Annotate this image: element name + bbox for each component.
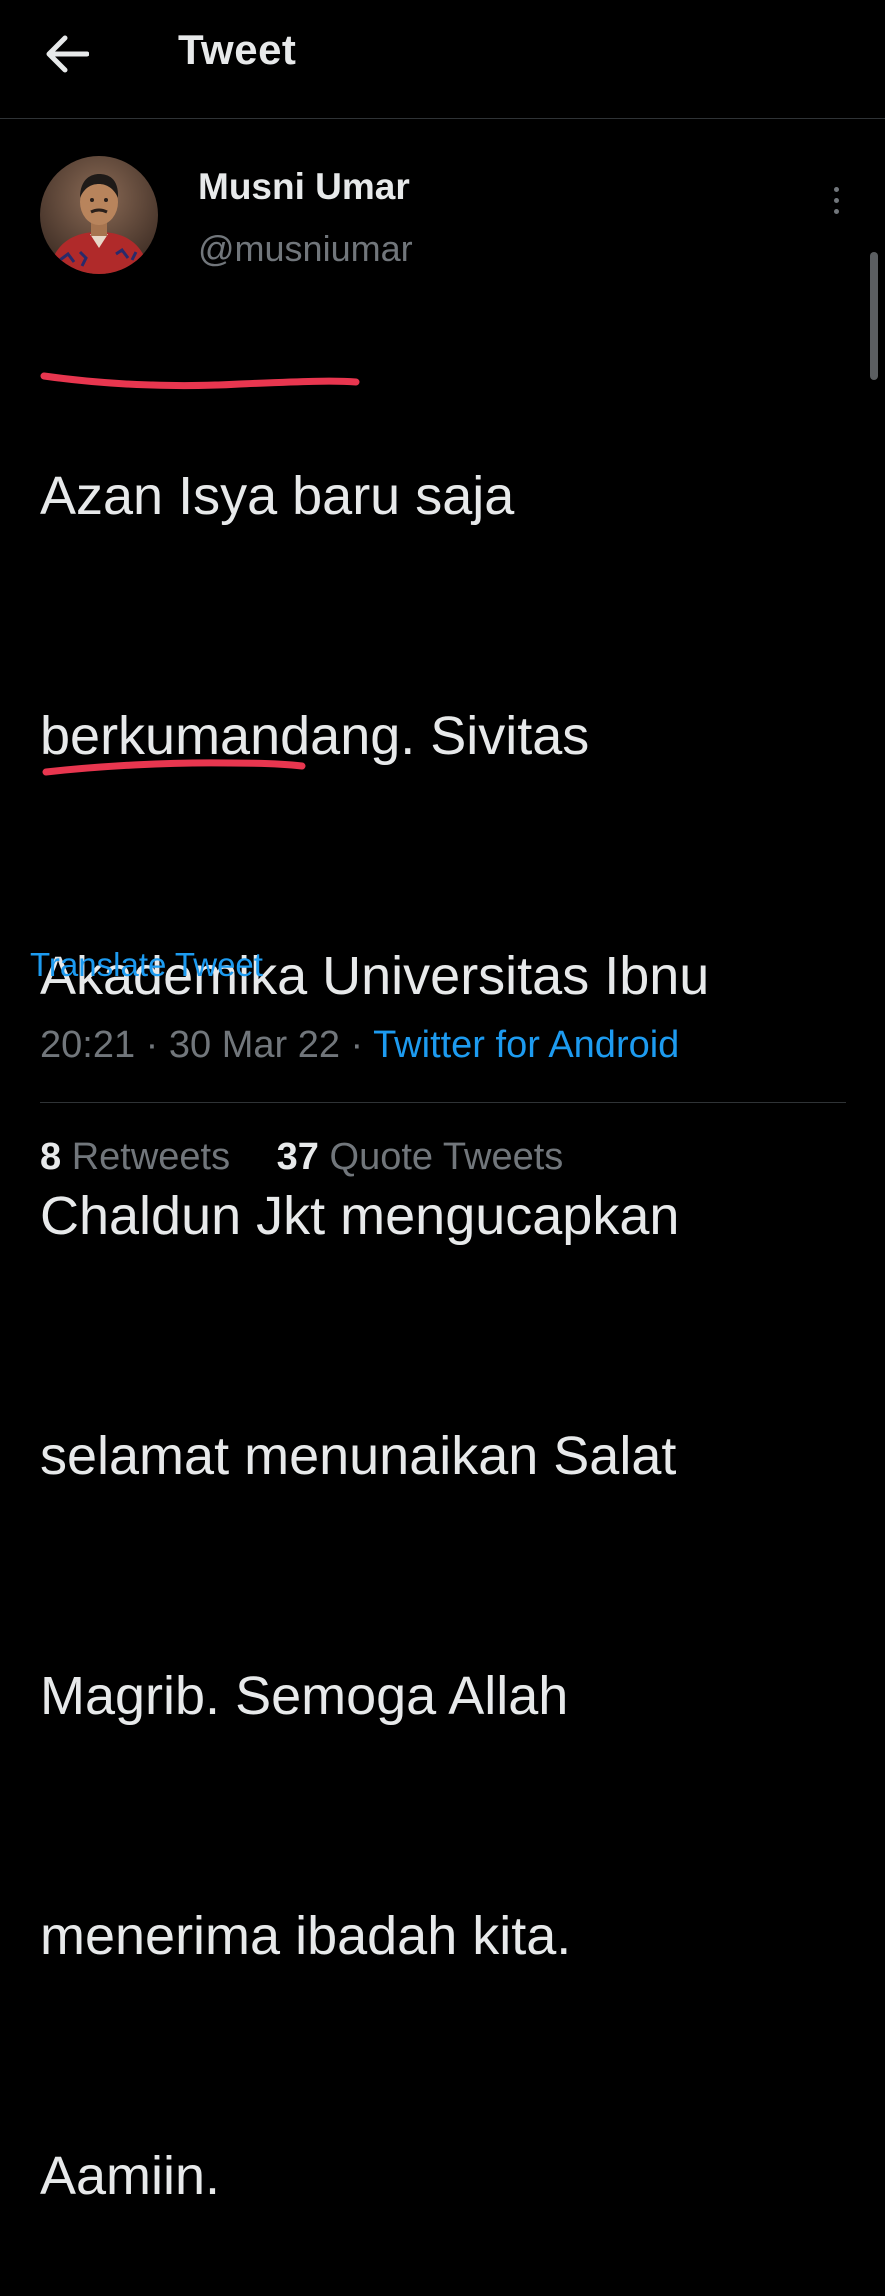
- more-vertical-icon: [833, 186, 839, 192]
- retweets-count: 8: [40, 1136, 62, 1178]
- profile-photo: [40, 156, 158, 274]
- tweet-text-line: Magrib. Semoga Allah: [40, 1666, 569, 1726]
- quote-tweets-count: 37: [276, 1136, 319, 1178]
- tweet-text-line: selamat menunaikan Salat: [40, 1426, 677, 1486]
- tweet-text: Azan Isya baru saja berkumandang. Sivita…: [40, 296, 840, 2296]
- divider: [40, 1102, 846, 1103]
- quote-tweets-stat[interactable]: 37 Quote Tweets: [277, 1136, 564, 1179]
- avatar[interactable]: [40, 156, 158, 274]
- tweet-text-line: berkumandang. Sivitas: [40, 706, 590, 766]
- meta-separator: ·: [350, 1024, 364, 1066]
- tweet-text-line: Aamiin.: [40, 2146, 221, 2206]
- more-options-button[interactable]: [818, 178, 854, 222]
- retweets-stat[interactable]: 8 Retweets: [40, 1136, 230, 1179]
- tweet-source-link[interactable]: Twitter for Android: [373, 1024, 679, 1066]
- tweet-time[interactable]: 20:21: [40, 1024, 135, 1066]
- back-button[interactable]: [36, 24, 96, 84]
- tweet-date[interactable]: 30 Mar 22: [169, 1024, 340, 1066]
- quote-tweets-label: Quote Tweets: [329, 1136, 564, 1178]
- top-bar: Tweet: [0, 0, 885, 119]
- author-handle[interactable]: @musniumar: [198, 228, 413, 270]
- engagement-stats: 8 Retweets 37 Quote Tweets: [40, 1136, 599, 1179]
- meta-separator: ·: [145, 1024, 159, 1066]
- tweet-text-line: menerima ibadah kita.: [40, 1906, 572, 1966]
- author-name[interactable]: Musni Umar: [198, 166, 410, 208]
- retweets-label: Retweets: [71, 1136, 231, 1178]
- arrow-left-icon: [46, 35, 89, 73]
- tweet-text-line: Chaldun Jkt mengucapkan: [40, 1186, 680, 1246]
- page-title: Tweet: [178, 26, 297, 73]
- tweet-text-line: Azan Isya baru saja: [40, 466, 515, 526]
- tweet-metadata: 20:21 · 30 Mar 22 · Twitter for Android: [40, 1024, 679, 1067]
- scrollbar-thumb[interactable]: [870, 252, 878, 380]
- translate-tweet-link[interactable]: Translate Tweet: [30, 946, 263, 984]
